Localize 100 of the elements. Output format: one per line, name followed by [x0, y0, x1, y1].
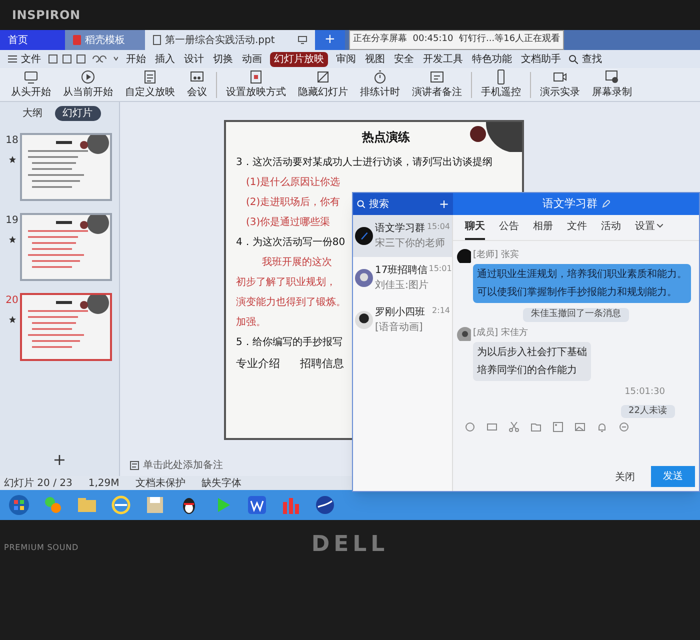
menu-tab[interactable]: 安全 — [393, 52, 415, 66]
slide-text: 4．为这次活动写一份80 — [235, 236, 346, 250]
quick-access-icons-drawing — [48, 54, 118, 64]
message-text: 可以使我们掌握制作手抄报能力和规划能力。 — [477, 286, 678, 300]
template-icon — [73, 35, 81, 45]
monitor-icon — [23, 69, 39, 85]
slideshow-settings-icon — [248, 69, 264, 85]
message-text: 通过职业生涯规划，培养我们职业素质和能力。 — [477, 268, 687, 282]
close-button[interactable]: 关闭 — [607, 468, 643, 487]
ribbon-button[interactable]: 排练计时 — [357, 69, 403, 100]
new-tab-button[interactable]: + — [315, 30, 345, 50]
document-tab[interactable]: 第一册综合实践活动.ppt — [145, 30, 315, 50]
more-icon[interactable] — [619, 422, 629, 432]
conversation-name: 罗刚小四班 — [375, 306, 425, 320]
star-icon — [8, 316, 16, 323]
image-icon[interactable] — [553, 422, 563, 432]
scissors-icon[interactable] — [509, 422, 519, 432]
star-icon — [8, 156, 16, 163]
panel-tab[interactable]: 大纲 — [18, 106, 46, 121]
browser-icon[interactable] — [110, 494, 132, 516]
globe-app-icon[interactable] — [314, 494, 336, 516]
search-button[interactable]: 查找 — [569, 52, 602, 66]
menu-tab[interactable]: 切换 — [212, 52, 234, 66]
slide-text: 专业介绍 — [236, 356, 280, 372]
slide-text: 初步了解了职业规划， — [235, 276, 336, 290]
conversation-name: 17班招聘信 — [375, 264, 428, 278]
bezel-brand: INSPIRON — [12, 7, 80, 24]
bell-icon[interactable] — [597, 422, 607, 432]
gif-icon[interactable] — [487, 422, 497, 432]
message-text: 培养同学们的合作能力 — [477, 364, 578, 378]
file-menu[interactable]: 文件 — [8, 52, 41, 66]
menu-tab[interactable]: 幻灯片放映 — [270, 52, 328, 66]
notes-field[interactable]: 单击此处添加备注 — [130, 458, 223, 472]
timer-icon — [372, 69, 388, 85]
ribbon-button[interactable]: 从当前开始 — [60, 69, 116, 100]
search-field[interactable]: 搜索 + — [353, 193, 453, 215]
ribbon-button[interactable]: 设置放映方式 — [223, 69, 289, 100]
search-icon — [569, 54, 578, 64]
menu-tab[interactable]: 开发工具 — [422, 52, 464, 66]
add-button[interactable]: + — [438, 195, 449, 213]
conversation-item[interactable]: 罗刚小四班 2:14 [语音动画] — [353, 299, 452, 341]
chat-tab[interactable]: 公告 — [499, 218, 519, 240]
slide-text: 我班开展的这次 — [261, 256, 332, 270]
slide-number: 18 — [6, 134, 18, 148]
ribbon-button[interactable]: 演讲者备注 — [409, 69, 465, 100]
chat-tab[interactable]: 设置 — [635, 218, 663, 240]
sound-label: PREMIUM SOUND — [4, 542, 79, 554]
menu-tab[interactable]: 开始 — [125, 52, 147, 66]
panel-tab[interactable]: 幻灯片 — [54, 106, 100, 121]
conversation-preview: 宋三下你的老师 — [375, 236, 446, 251]
ribbon-button[interactable]: 手机遥控 — [478, 69, 524, 100]
send-button[interactable]: 发送 — [651, 466, 695, 487]
slide-text: (2)走进职场后，你有 — [245, 196, 340, 210]
folder-icon[interactable] — [531, 422, 541, 432]
system-notice: 朱佳玉撤回了一条消息 — [523, 308, 629, 322]
laptop-logo: DELL — [311, 531, 389, 559]
status-text: 幻灯片 20 / 23 — [4, 476, 72, 490]
conversation-time: 15:04 — [426, 221, 450, 233]
slide-text: 加强。 — [235, 316, 266, 330]
status-text: 缺失字体 — [201, 476, 242, 490]
menu-tab[interactable]: 设计 — [183, 52, 205, 66]
chat-tab[interactable]: 聊天 — [465, 218, 485, 240]
slide-title: 热点演练 — [362, 129, 410, 146]
ribbon-button[interactable]: 自定义放映 — [122, 69, 178, 100]
slide-number: 19 — [6, 214, 18, 228]
list-icon — [142, 69, 158, 85]
menu-tab[interactable]: 动画 — [241, 52, 263, 66]
menu-tab[interactable]: 文档助手 — [520, 52, 562, 66]
document-app-icon[interactable] — [246, 494, 268, 516]
menu-tab[interactable]: 特色功能 — [471, 52, 513, 66]
menu-tab[interactable]: 审阅 — [335, 52, 357, 66]
slide-text: (3)你是通过哪些渠 — [245, 216, 330, 230]
menu-tab[interactable]: 插入 — [154, 52, 176, 66]
share-timer: 00:45:10 — [412, 33, 454, 46]
slide-text: (1)是什么原因让你选 — [245, 176, 340, 190]
ribbon-button[interactable]: 隐藏幻灯片 — [295, 69, 351, 100]
add-slide-button[interactable]: + — [52, 448, 66, 472]
colorful-app-icon[interactable] — [42, 494, 64, 516]
slide-text: 3．这次活动要对某成功人士进行访谈，请列写出访谈提纲 — [235, 156, 492, 170]
picture-icon[interactable] — [575, 422, 585, 432]
menu-icon — [8, 55, 17, 63]
document-tab[interactable]: 稻壳模板 — [65, 30, 145, 50]
chat-tab[interactable]: 文件 — [567, 218, 587, 240]
edit-icon — [602, 200, 610, 208]
menu-tab[interactable]: 视图 — [364, 52, 386, 66]
document-tab[interactable]: 首页 — [0, 30, 65, 50]
avatar-icon — [457, 326, 471, 341]
chat-tab[interactable]: 活动 — [601, 218, 621, 240]
chat-tab[interactable]: 相册 — [533, 218, 553, 240]
emoji-icon[interactable] — [465, 422, 475, 432]
system-notice: 22人未读 — [620, 404, 675, 418]
ribbon-button[interactable]: 演示实录 — [537, 69, 583, 100]
start-button-icon[interactable] — [8, 494, 30, 516]
ribbon-button[interactable]: 会议 — [184, 69, 210, 100]
chat-title: 语文学习群 — [542, 196, 598, 212]
ribbon-button[interactable]: 从头开始 — [8, 69, 54, 100]
search-icon — [357, 200, 365, 208]
avatar-icon — [355, 227, 373, 245]
sender-name: [成员] 宋佳方 — [473, 326, 529, 340]
ribbon-button[interactable]: 屏幕录制 — [589, 69, 635, 100]
